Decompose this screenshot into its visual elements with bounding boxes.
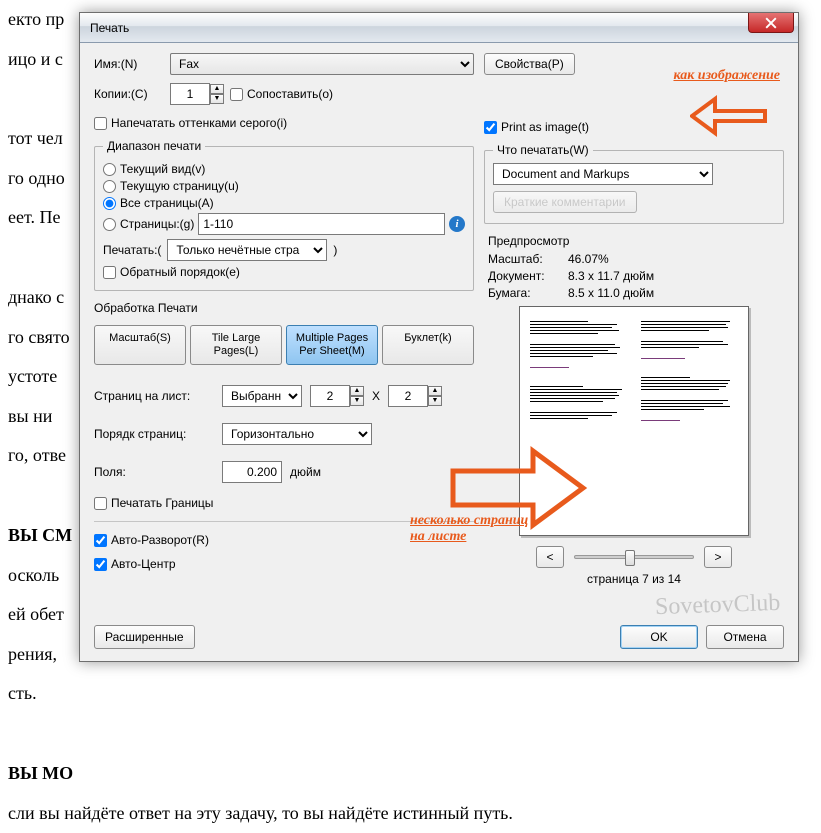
what-to-print-legend: Что печатать(W) (493, 143, 593, 157)
what-to-print-group: Что печатать(W) Document and Markups Кра… (484, 143, 784, 224)
annotation-multi-on-sheet: несколько страницна листе (410, 513, 570, 545)
reverse-order-checkbox[interactable]: Обратный порядок(e) (103, 265, 465, 279)
cancel-button[interactable]: Отмена (706, 625, 784, 649)
arrow-icon (690, 91, 770, 141)
dialog-footer: Расширенные OK Отмена (94, 625, 784, 649)
annotation-as-image: как изображение (673, 68, 780, 84)
page-indicator: страница 7 из 14 (488, 572, 780, 586)
titlebar[interactable]: Печать (80, 13, 798, 43)
preview-pager: < > (488, 546, 780, 568)
margins-input[interactable] (222, 461, 282, 483)
tab-booklet[interactable]: Буклет(k) (382, 325, 474, 365)
summarize-comments-button: Краткие комментарии (493, 191, 637, 213)
printer-name-select[interactable]: Fax (170, 53, 474, 75)
print-range-group: Диапазон печати Текущий вид(v) Текущую с… (94, 139, 474, 291)
next-page-button[interactable]: > (704, 546, 732, 568)
grayscale-checkbox[interactable]: Напечатать оттенками серого(i) (94, 116, 474, 130)
subset-label: Печатать:( (103, 243, 161, 257)
pages-input[interactable] (198, 213, 445, 235)
page-order-select[interactable]: Горизонтально (222, 423, 372, 445)
preview-info: Масштаб:46.07% Документ:8.3 x 11.7 дюйм … (488, 252, 780, 300)
page-order-label: Порядк страниц: (94, 427, 214, 441)
info-icon[interactable]: i (449, 216, 465, 232)
pages-per-sheet-label: Страниц на лист: (94, 389, 214, 403)
close-button[interactable] (748, 13, 794, 33)
collate-checkbox[interactable]: Сопоставить(o) (230, 87, 333, 101)
pages-per-sheet-mode[interactable]: Выбранные (222, 385, 302, 407)
page-handling-label: Обработка Печати (94, 301, 474, 315)
print-range-legend: Диапазон печати (103, 139, 205, 153)
range-current-view[interactable]: Текущий вид(v) (103, 162, 465, 176)
printer-name-label: Имя:(N) (94, 57, 164, 71)
advanced-button[interactable]: Расширенные (94, 625, 195, 649)
pps-rows-spinner[interactable]: ▲▼ (388, 385, 442, 407)
tab-tile[interactable]: Tile Large Pages(L) (190, 325, 282, 365)
preview-slider[interactable] (574, 555, 694, 559)
ok-button[interactable]: OK (620, 625, 698, 649)
range-current-page[interactable]: Текущую страницу(u) (103, 179, 465, 193)
left-column: Имя:(N) Fax Копии:(C) ▲▼ Сопоставить(o) … (94, 53, 474, 651)
range-pages[interactable]: Страницы:(g) (103, 217, 194, 231)
preview-title: Предпросмотр (488, 234, 780, 248)
copies-spinner[interactable]: ▲▼ (170, 83, 224, 105)
chevron-down-icon[interactable]: ▼ (210, 94, 224, 104)
tab-multiple-pages[interactable]: Multiple Pages Per Sheet(M) (286, 325, 378, 365)
range-all-pages[interactable]: Все страницы(A) (103, 196, 465, 210)
pps-cols-spinner[interactable]: ▲▼ (310, 385, 364, 407)
what-to-print-select[interactable]: Document and Markups (493, 163, 713, 185)
dialog-title: Печать (90, 21, 129, 35)
auto-center-checkbox[interactable]: Авто-Центр (94, 557, 474, 571)
close-icon (765, 17, 777, 29)
prev-page-button[interactable]: < (536, 546, 564, 568)
tab-scale[interactable]: Масштаб(S) (94, 325, 186, 365)
right-column: Свойства(P) Print as image(t) Что печата… (484, 53, 784, 651)
subset-select[interactable]: Только нечётные стра (167, 239, 327, 261)
print-dialog: Печать Имя:(N) Fax Копии:(C) ▲▼ Сопостав… (79, 12, 799, 662)
properties-button[interactable]: Свойства(P) (484, 53, 575, 75)
chevron-up-icon[interactable]: ▲ (210, 84, 224, 94)
copies-label: Копии:(C) (94, 87, 164, 101)
print-borders-checkbox[interactable]: Печатать Границы (94, 496, 474, 510)
page-handling-tabs: Масштаб(S) Tile Large Pages(L) Multiple … (94, 325, 474, 365)
margins-label: Поля: (94, 465, 214, 479)
